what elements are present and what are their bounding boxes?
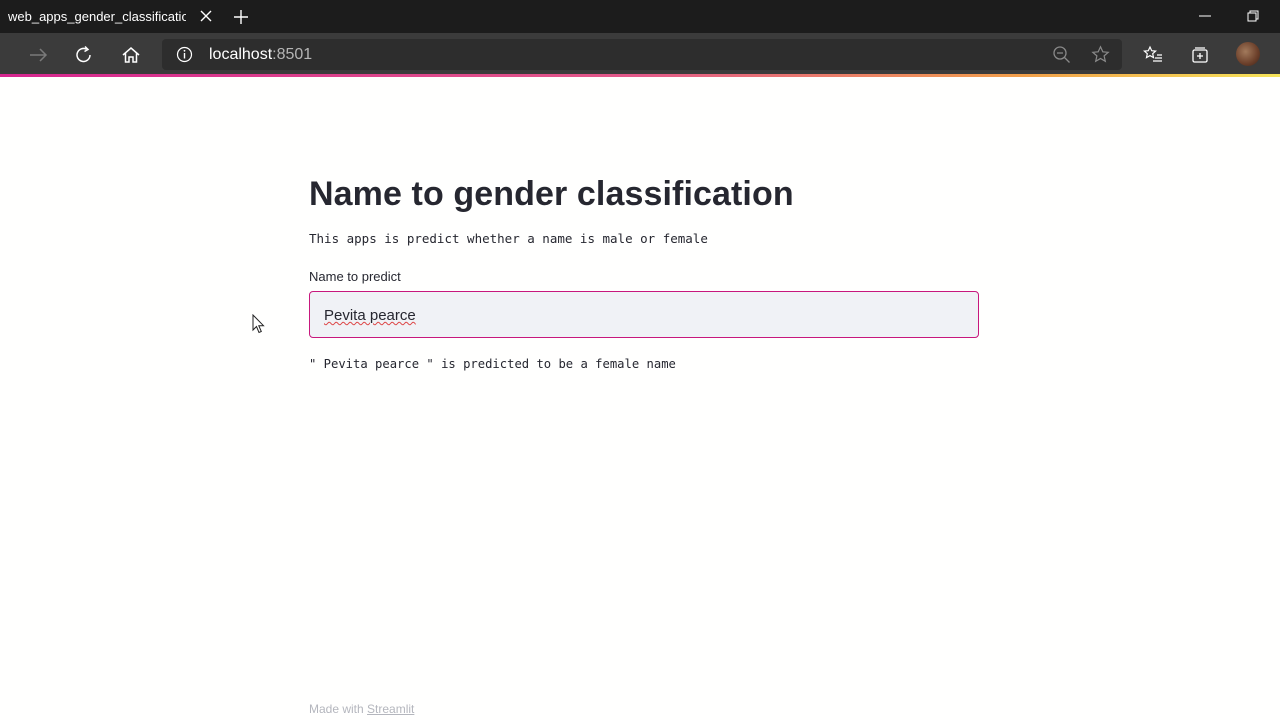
- tab-bar: web_apps_gender_classification: [0, 0, 1280, 33]
- streamlit-link[interactable]: Streamlit: [367, 702, 414, 716]
- home-icon[interactable]: [120, 44, 142, 66]
- app-page: Name to gender classification This apps …: [0, 77, 1280, 720]
- close-icon[interactable]: [198, 8, 214, 24]
- tab-title: web_apps_gender_classification: [8, 9, 186, 24]
- minimize-icon[interactable]: [1197, 8, 1213, 24]
- address-bar[interactable]: localhost:8501: [162, 39, 1122, 70]
- star-icon[interactable]: [1091, 45, 1110, 64]
- name-input[interactable]: [309, 291, 979, 338]
- url-text: localhost:8501: [209, 46, 312, 64]
- forward-icon[interactable]: [27, 44, 49, 66]
- avatar[interactable]: [1236, 42, 1260, 66]
- url-port: :8501: [272, 46, 313, 63]
- favorites-icon[interactable]: [1142, 44, 1164, 66]
- footer: Made with Streamlit: [309, 702, 414, 716]
- page-title: Name to gender classification: [309, 175, 794, 213]
- footer-prefix: Made with: [309, 702, 368, 716]
- collections-icon[interactable]: [1189, 44, 1211, 66]
- name-input-label: Name to predict: [309, 269, 401, 284]
- prediction-result: " Pevita pearce " is predicted to be a f…: [309, 357, 676, 371]
- mouse-cursor-icon: [252, 314, 265, 334]
- reload-icon[interactable]: [73, 44, 95, 66]
- browser-tab[interactable]: web_apps_gender_classification: [0, 0, 224, 33]
- browser-toolbar: localhost:8501: [0, 33, 1280, 76]
- info-icon[interactable]: [176, 46, 193, 63]
- page-subtitle: This apps is predict whether a name is m…: [309, 231, 708, 246]
- url-host: localhost: [209, 46, 273, 63]
- zoom-icon[interactable]: [1052, 45, 1071, 64]
- plus-icon[interactable]: [232, 8, 250, 26]
- restore-icon[interactable]: [1245, 8, 1261, 24]
